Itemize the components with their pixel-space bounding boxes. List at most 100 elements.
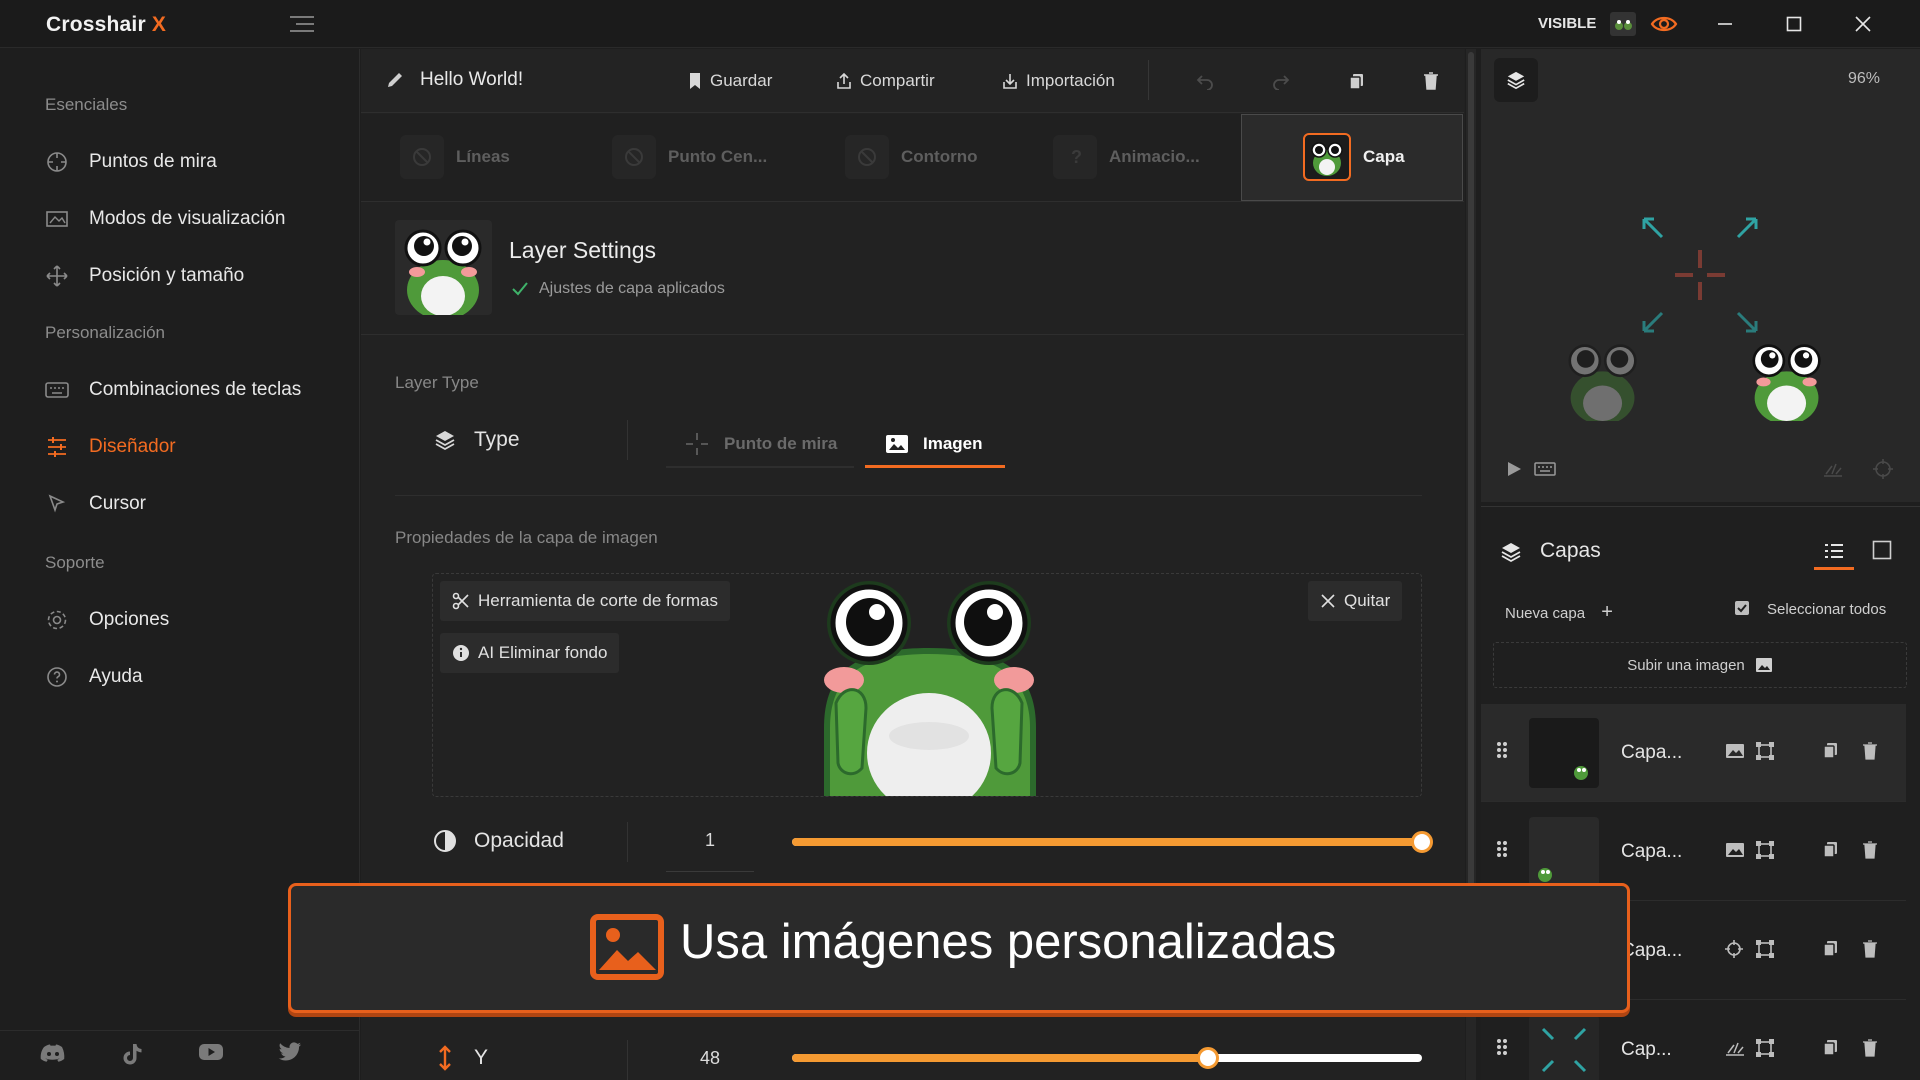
contrast-icon [432,829,458,853]
divider [395,495,1422,496]
undo-icon[interactable] [1192,68,1218,94]
tab-label: Contorno [901,147,978,166]
image-icon [1725,841,1745,859]
grid-view-icon[interactable] [1872,540,1892,560]
x-icon [1321,594,1335,608]
layer-name: Capa... [1621,940,1683,961]
frog-tab-icon [1303,133,1351,181]
import-button[interactable]: Importación [1002,68,1115,94]
brand-accent: X [151,13,167,36]
opacity-label: Opacidad [474,829,564,852]
sidebar-item-display-modes[interactable]: Modos de visualización [45,199,345,239]
play-icon[interactable] [1505,460,1523,478]
new-layer-label: Nueva capa [1505,605,1586,622]
discord-icon[interactable] [40,1042,68,1070]
editor-scrollbar-thumb[interactable] [1468,52,1474,892]
slider-fill [792,1054,1208,1062]
slider-knob[interactable] [1411,831,1433,853]
youtube-icon[interactable] [198,1042,226,1070]
tiktok-icon[interactable] [121,1042,149,1070]
tab-layer-content[interactable]: Capa [1303,133,1405,181]
layers-panel-title: Capas [1540,539,1601,562]
sidebar-item-options[interactable]: Opciones [45,600,345,640]
sidebar-item-help[interactable]: Ayuda [45,657,345,697]
transform-icon[interactable] [1756,841,1774,859]
layer-row[interactable]: Capa... [1481,704,1906,802]
trash-icon[interactable] [1862,841,1878,859]
transform-icon[interactable] [1756,742,1774,760]
type-option-crosshair[interactable]: Punto de mira [666,422,854,468]
trash-icon[interactable] [1418,68,1444,94]
type-label: Type [474,428,520,451]
layer-settings-status: Ajustes de capa aplicados [539,280,725,297]
close-icon[interactable] [1850,12,1876,36]
select-all-label[interactable]: Seleccionar todos [1767,601,1886,618]
visible-label: VISIBLE [1538,15,1597,32]
tab-center-dot[interactable]: Punto Cen... [612,135,767,179]
duplicate-icon[interactable] [1823,841,1839,859]
list-view-icon[interactable] [1814,534,1854,570]
layer-name: Capa... [1621,841,1683,862]
preview-layers-button[interactable] [1494,58,1538,102]
lines-tab-icon [400,135,444,179]
trash-icon[interactable] [1862,1039,1878,1057]
keyboard-icon[interactable] [1534,462,1556,476]
duplicate-icon[interactable] [1823,1039,1839,1057]
question-icon: ? [1053,135,1097,179]
share-button[interactable]: Compartir [836,68,935,94]
visible-preview-thumb [1610,12,1636,36]
slider-knob[interactable] [1196,1047,1219,1069]
transform-icon[interactable] [1756,1039,1774,1057]
y-slider[interactable] [792,1047,1422,1069]
tab-outline[interactable]: Contorno [845,135,977,179]
y-label: Y [474,1046,489,1069]
duplicate-icon[interactable] [1344,68,1370,94]
duplicate-icon[interactable] [1823,940,1839,958]
drag-handle-icon[interactable] [1496,1038,1508,1056]
drag-handle-icon[interactable] [1496,840,1508,858]
sidebar-item-keybinds[interactable]: Combinaciones de teclas [45,370,345,410]
visibility-eye-icon[interactable] [1650,13,1678,35]
remove-image-button[interactable]: Quitar [1308,581,1403,621]
transform-icon[interactable] [1756,940,1774,958]
ai-remove-background-button[interactable]: AI Eliminar fondo [440,633,620,673]
layers-icon [1507,71,1525,90]
drag-handle-icon[interactable] [1496,741,1508,759]
y-value-input[interactable]: 48 [666,1048,754,1069]
sidebar-item-cursor[interactable]: Cursor [45,484,345,524]
minimize-icon[interactable] [1712,12,1738,36]
twitter-icon[interactable] [278,1042,306,1070]
menu-toggle-icon[interactable] [289,15,315,33]
save-label: Guardar [710,71,773,90]
upload-icon [837,72,851,89]
sidebar-item-position-size[interactable]: Posición y tamaño [45,256,345,296]
trash-icon[interactable] [1862,742,1878,760]
type-option-image[interactable]: Imagen [865,422,1005,468]
crosshair-hit-icon[interactable] [1822,460,1844,478]
crosshair-name[interactable]: Hello World! [420,69,523,91]
new-layer-button[interactable]: Nueva capa + [1505,601,1613,624]
maximize-icon[interactable] [1781,12,1807,36]
pencil-icon[interactable] [385,70,405,90]
target-icon[interactable] [1873,459,1893,479]
tab-lines[interactable]: Líneas [400,135,510,179]
select-all-checkbox[interactable] [1734,600,1750,616]
duplicate-icon[interactable] [1823,742,1839,760]
opacity-value-input[interactable]: 1 [666,830,754,872]
opacity-slider[interactable] [792,831,1433,853]
image-props-heading: Propiedades de la capa de imagen [395,528,658,547]
crosshair-icon [1725,940,1743,958]
shape-cut-tool-button[interactable]: Herramienta de corte de formas [440,581,730,621]
sidebar-item-crosshairs[interactable]: Puntos de mira [45,142,345,182]
upload-image-button[interactable]: Subir una imagen [1493,642,1907,688]
redo-icon[interactable] [1268,68,1294,94]
sidebar-item-designer[interactable]: Diseñador [45,427,345,467]
vertical-arrows-icon [432,1045,458,1071]
shape-cut-tool-label: Herramienta de corte de formas [478,591,718,610]
save-button[interactable]: Guardar [688,68,772,94]
center-dot-tab-icon [612,135,656,179]
tab-animation[interactable]: ? Animacio... [1053,135,1200,179]
layers-icon [432,429,458,451]
display-modes-icon [45,207,69,231]
trash-icon[interactable] [1862,940,1878,958]
